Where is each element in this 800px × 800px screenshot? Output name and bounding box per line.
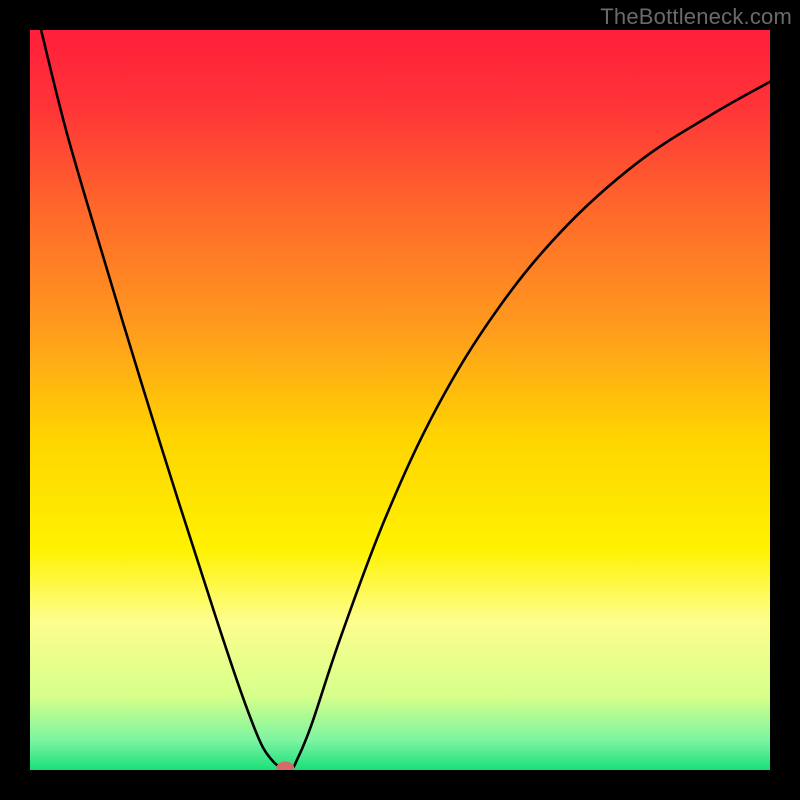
optimum-marker xyxy=(276,761,294,770)
chart-frame: TheBottleneck.com xyxy=(0,0,800,800)
watermark-text: TheBottleneck.com xyxy=(600,4,792,30)
bottleneck-curve xyxy=(41,30,770,770)
plot-area xyxy=(30,30,770,770)
curve-layer xyxy=(30,30,770,770)
